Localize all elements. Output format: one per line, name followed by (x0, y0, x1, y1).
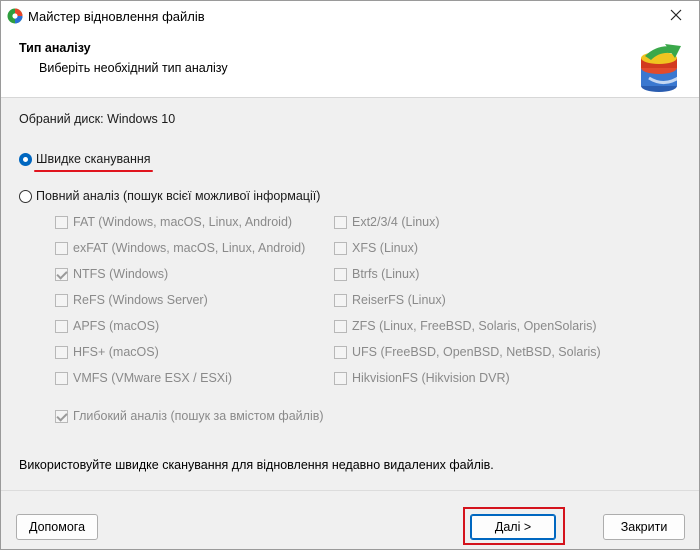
fs-checkbox-vmfs[interactable]: VMFS (VMware ESX / ESXi) (55, 371, 232, 385)
fs-checkbox-refs[interactable]: ReFS (Windows Server) (55, 293, 208, 307)
selected-disk-label: Обраний диск: Windows 10 (19, 112, 176, 126)
red-underline-annotation (34, 170, 153, 172)
close-button[interactable] (653, 1, 699, 32)
fs-label: XFS (Linux) (352, 241, 418, 255)
fs-checkbox-apfs[interactable]: APFS (macOS) (55, 319, 159, 333)
checkbox-icon (55, 319, 68, 333)
checkbox-icon (334, 345, 347, 359)
fs-checkbox-xfs[interactable]: XFS (Linux) (334, 241, 418, 255)
title-bar: Майстер відновлення файлів (1, 1, 699, 32)
checkbox-icon (334, 267, 347, 281)
checkbox-icon (55, 215, 68, 229)
fs-checkbox-hikvisionfs[interactable]: HikvisionFS (Hikvision DVR) (334, 371, 510, 385)
fs-label: Btrfs (Linux) (352, 267, 420, 281)
fs-label: ReFS (Windows Server) (73, 293, 208, 307)
fs-checkbox-ext[interactable]: Ext2/3/4 (Linux) (334, 215, 440, 229)
checkbox-icon (55, 241, 68, 255)
quick-scan-label: Швидке сканування (34, 152, 153, 172)
fs-checkbox-fat[interactable]: FAT (Windows, macOS, Linux, Android) (55, 215, 292, 229)
hint-text: Використовуйте швидке сканування для від… (19, 458, 494, 472)
fs-checkbox-btrfs[interactable]: Btrfs (Linux) (334, 267, 419, 281)
quick-scan-text: Швидке сканування (36, 152, 151, 166)
window-title: Майстер відновлення файлів (28, 9, 205, 24)
fs-label: ReiserFS (Linux) (352, 293, 446, 307)
fs-label: HikvisionFS (Hikvision DVR) (352, 371, 510, 385)
help-button[interactable]: Допомога (16, 514, 98, 540)
fs-checkbox-ufs[interactable]: UFS (FreeBSD, OpenBSD, NetBSD, Solaris) (334, 345, 601, 359)
deep-analysis-label: Глибокий аналіз (пошук за вмістом файлів… (73, 409, 324, 423)
checkbox-icon (334, 293, 347, 307)
fs-label: APFS (macOS) (73, 319, 160, 333)
page-subtitle: Виберіть необхідний тип аналізу (39, 61, 228, 75)
app-logo-icon (7, 8, 23, 24)
fs-checkbox-exfat[interactable]: exFAT (Windows, macOS, Linux, Android) (55, 241, 305, 255)
fs-checkbox-ntfs[interactable]: NTFS (Windows) (55, 267, 168, 281)
page-title: Тип аналізу (19, 41, 91, 55)
fs-checkbox-reiserfs[interactable]: ReiserFS (Linux) (334, 293, 446, 307)
fs-label: ZFS (Linux, FreeBSD, Solaris, OpenSolari… (352, 319, 597, 333)
fs-checkbox-zfs[interactable]: ZFS (Linux, FreeBSD, Solaris, OpenSolari… (334, 319, 597, 333)
fs-label: FAT (Windows, macOS, Linux, Android) (73, 215, 293, 229)
full-analysis-radio[interactable]: Повний аналіз (пошук всієї можливої інфо… (19, 189, 320, 203)
footer-divider (1, 490, 699, 491)
checkbox-icon (334, 319, 347, 333)
wizard-window: Майстер відновлення файлів Тип аналізу В… (0, 0, 700, 550)
radio-unchecked-icon (19, 189, 32, 203)
fs-label: Ext2/3/4 (Linux) (352, 215, 440, 229)
checkbox-icon (334, 215, 347, 229)
checkbox-icon (334, 371, 347, 385)
close-icon (670, 9, 682, 24)
close-dialog-button[interactable]: Закрити (603, 514, 685, 540)
checkbox-icon (55, 345, 68, 359)
fs-label: UFS (FreeBSD, OpenBSD, NetBSD, Solaris) (352, 345, 601, 359)
fs-checkbox-hfs[interactable]: HFS+ (macOS) (55, 345, 159, 359)
recovery-logo-icon (635, 38, 687, 94)
checkbox-checked-icon (55, 409, 68, 423)
radio-checked-icon (19, 152, 32, 166)
next-button[interactable]: Далі > (470, 514, 556, 540)
wizard-header: Тип аналізу Виберіть необхідний тип анал… (1, 32, 699, 98)
checkbox-checked-icon (55, 267, 68, 281)
fs-label: NTFS (Windows) (73, 267, 169, 281)
full-analysis-label: Повний аналіз (пошук всієї можливої інфо… (36, 189, 321, 203)
checkbox-icon (55, 371, 68, 385)
fs-label: VMFS (VMware ESX / ESXi) (73, 371, 233, 385)
fs-label: exFAT (Windows, macOS, Linux, Android) (73, 241, 306, 255)
checkbox-icon (55, 293, 68, 307)
wizard-body: Обраний диск: Windows 10 Швидке скануван… (1, 99, 699, 484)
deep-analysis-checkbox[interactable]: Глибокий аналіз (пошук за вмістом файлів… (55, 409, 324, 423)
fs-label: HFS+ (macOS) (73, 345, 159, 359)
checkbox-icon (334, 241, 347, 255)
quick-scan-radio[interactable]: Швидке сканування (19, 152, 153, 172)
